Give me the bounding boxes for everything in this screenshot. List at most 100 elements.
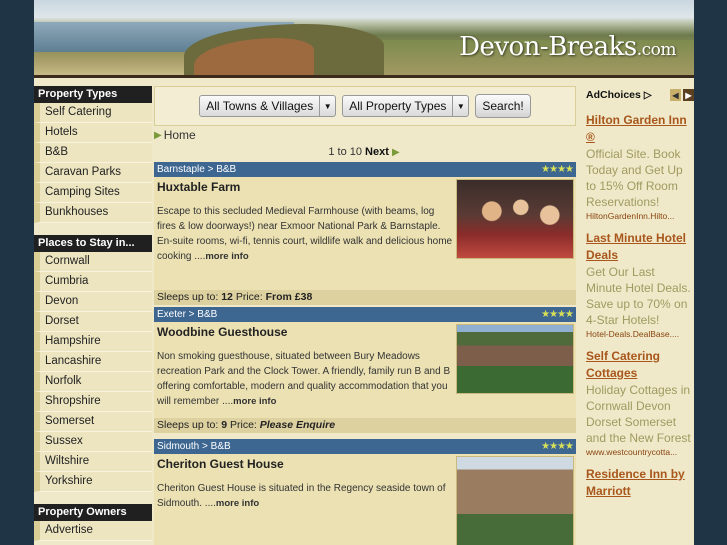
listing-location[interactable]: Exeter > B&B bbox=[157, 309, 217, 320]
sidebar-item-cumbria[interactable]: Cumbria bbox=[34, 272, 152, 292]
sidebar-item-devon[interactable]: Devon bbox=[34, 292, 152, 312]
ad-text: Holiday Cottages in Cornwall Devon Dorse… bbox=[586, 383, 691, 445]
breadcrumb-home[interactable]: Home bbox=[164, 128, 196, 142]
adchoices-label[interactable]: AdChoices bbox=[586, 89, 641, 101]
ad-item: Last Minute Hotel Deals Get Our Last Min… bbox=[586, 230, 694, 340]
arrow-right-icon[interactable]: ▶ bbox=[392, 147, 400, 158]
pager: 1 to 10 Next ▶ bbox=[154, 146, 576, 162]
ad-url[interactable]: www.westcountrycotta... bbox=[586, 446, 694, 458]
listing-photo[interactable] bbox=[456, 324, 574, 394]
listing-description-text: Cheriton Guest House is situated in the … bbox=[157, 483, 446, 509]
sidebar-item-self-catering[interactable]: Self Catering bbox=[34, 103, 152, 123]
next-link[interactable]: Next bbox=[365, 146, 389, 158]
sidebar-item-camping-sites[interactable]: Camping Sites bbox=[34, 183, 152, 203]
sidebar-item-hampshire[interactable]: Hampshire bbox=[34, 332, 152, 352]
breadcrumb: ▶ Home bbox=[154, 128, 576, 142]
main-content: All Towns & Villages ▼ All Property Types… bbox=[154, 86, 576, 545]
listing: Barnstaple > B&B ★★★★ Huxtable Farm Escap… bbox=[154, 162, 576, 305]
listing-body: Cheriton Guest House Cheriton Guest Hous… bbox=[154, 454, 576, 545]
chevron-down-icon: ▼ bbox=[452, 96, 468, 116]
ad-url[interactable]: Hotel-Deals.DealBase.... bbox=[586, 328, 694, 340]
banner-divider bbox=[34, 75, 694, 78]
listing-body: Huxtable Farm Escape to this secluded Me… bbox=[154, 177, 576, 290]
sidebar-item-sussex[interactable]: Sussex bbox=[34, 432, 152, 452]
ad-url[interactable]: HiltonGardenInn.Hilto... bbox=[586, 210, 694, 222]
sidebar-item-dorset[interactable]: Dorset bbox=[34, 312, 152, 332]
listing-header: Barnstaple > B&B ★★★★ bbox=[154, 162, 576, 177]
listing-description: Escape to this secluded Medieval Farmhou… bbox=[157, 204, 455, 264]
listing-photo[interactable] bbox=[456, 179, 574, 259]
ad-title[interactable]: Self Catering Cottages bbox=[586, 348, 694, 382]
star-rating: ★★★★ bbox=[541, 164, 574, 175]
listing-sleeps-price: Sleeps up to: 12 Price: From £38 bbox=[154, 290, 576, 305]
page: Devon-Breaks.com Property Types Self Cat… bbox=[34, 0, 694, 545]
listing-description-text: Escape to this secluded Medieval Farmhou… bbox=[157, 206, 453, 262]
more-info-link[interactable]: more info bbox=[216, 498, 259, 509]
left-sidebar: Property Types Self Catering Hotels B&B … bbox=[34, 86, 152, 541]
sidebar-item-norfolk[interactable]: Norfolk bbox=[34, 372, 152, 392]
search-button[interactable]: Search! bbox=[475, 94, 531, 118]
ad-item: Self Catering Cottages Holiday Cottages … bbox=[586, 348, 694, 458]
listing: Sidmouth > B&B ★★★★ Cheriton Guest House … bbox=[154, 439, 576, 545]
price-label: Price: bbox=[229, 419, 257, 431]
sidebar-item-yorkshire[interactable]: Yorkshire bbox=[34, 472, 152, 492]
sidebar-item-shropshire[interactable]: Shropshire bbox=[34, 392, 152, 412]
towns-select-value: All Towns & Villages bbox=[206, 99, 314, 113]
brand-name: Devon-Breaks bbox=[459, 32, 637, 62]
arrow-right-icon: ▶ bbox=[154, 129, 162, 141]
listing-header: Exeter > B&B ★★★★ bbox=[154, 307, 576, 322]
more-info-link[interactable]: more info bbox=[233, 396, 276, 407]
sleeps-label: Sleeps up to: bbox=[157, 291, 219, 303]
price-label: Price: bbox=[235, 291, 263, 303]
more-info-link[interactable]: more info bbox=[205, 251, 248, 262]
sidebar-item-cornwall[interactable]: Cornwall bbox=[34, 252, 152, 272]
brand-tld: .com bbox=[636, 40, 677, 60]
ad-item: Hilton Garden Inn ® Official Site. Book … bbox=[586, 112, 694, 222]
next-ad-button[interactable]: ▶ bbox=[683, 89, 694, 101]
owners-heading: Property Owners bbox=[34, 504, 152, 521]
sleeps-value: 12 bbox=[221, 291, 233, 303]
listing-photo[interactable] bbox=[456, 456, 574, 545]
adchoices-icon[interactable]: ▷ bbox=[644, 90, 652, 101]
ad-item: Residence Inn by Marriott bbox=[586, 466, 694, 500]
ad-title[interactable]: Last Minute Hotel Deals bbox=[586, 230, 694, 264]
site-logo[interactable]: Devon-Breaks.com bbox=[459, 32, 676, 62]
property-select-value: All Property Types bbox=[349, 99, 447, 113]
sleeps-label: Sleeps up to: bbox=[157, 419, 219, 431]
search-bar: All Towns & Villages ▼ All Property Types… bbox=[154, 86, 576, 126]
ad-text: Official Site. Book Today and Get Up to … bbox=[586, 147, 683, 209]
chevron-down-icon: ▼ bbox=[319, 96, 335, 116]
sidebar-item-hotels[interactable]: Hotels bbox=[34, 123, 152, 143]
listing-location[interactable]: Sidmouth > B&B bbox=[157, 441, 231, 452]
adchoices-bar: AdChoices ▷ ◀ ▶ bbox=[586, 86, 694, 104]
places-heading: Places to Stay in... bbox=[34, 235, 152, 252]
listing-description: Non smoking guesthouse, situated between… bbox=[157, 349, 455, 409]
listing-header: Sidmouth > B&B ★★★★ bbox=[154, 439, 576, 454]
ad-title[interactable]: Hilton Garden Inn ® bbox=[586, 112, 694, 146]
sidebar-item-caravan-parks[interactable]: Caravan Parks bbox=[34, 163, 152, 183]
ads-column: AdChoices ▷ ◀ ▶ Hilton Garden Inn ® Offi… bbox=[586, 86, 694, 500]
sidebar-item-advertise[interactable]: Advertise bbox=[34, 521, 152, 541]
price-value: Please Enquire bbox=[259, 419, 336, 431]
header-banner: Devon-Breaks.com bbox=[34, 0, 694, 78]
pager-range: 1 to 10 bbox=[328, 146, 362, 158]
sidebar-item-bunkhouses[interactable]: Bunkhouses bbox=[34, 203, 152, 223]
listing-body: Woodbine Guesthouse Non smoking guesthou… bbox=[154, 322, 576, 418]
sidebar-item-bnb[interactable]: B&B bbox=[34, 143, 152, 163]
previous-ad-button[interactable]: ◀ bbox=[670, 89, 681, 101]
listing: Exeter > B&B ★★★★ Woodbine Guesthouse Non… bbox=[154, 307, 576, 433]
sidebar-item-somerset[interactable]: Somerset bbox=[34, 412, 152, 432]
sidebar-item-wiltshire[interactable]: Wiltshire bbox=[34, 452, 152, 472]
towns-select[interactable]: All Towns & Villages ▼ bbox=[199, 95, 337, 117]
sidebar-item-lancashire[interactable]: Lancashire bbox=[34, 352, 152, 372]
ad-title[interactable]: Residence Inn by Marriott bbox=[586, 466, 694, 500]
listing-sleeps-price: Sleeps up to: 9 Price: Please Enquire bbox=[154, 418, 576, 433]
listing-description: Cheriton Guest House is situated in the … bbox=[157, 481, 455, 511]
listing-description-text: Non smoking guesthouse, situated between… bbox=[157, 351, 451, 407]
star-rating: ★★★★ bbox=[541, 441, 574, 452]
star-rating: ★★★★ bbox=[541, 309, 574, 320]
price-value: From £38 bbox=[265, 291, 313, 303]
property-type-select[interactable]: All Property Types ▼ bbox=[342, 95, 470, 117]
ad-text: Get Our Last Minute Hotel Deals. Save up… bbox=[586, 265, 691, 327]
listing-location[interactable]: Barnstaple > B&B bbox=[157, 164, 236, 175]
